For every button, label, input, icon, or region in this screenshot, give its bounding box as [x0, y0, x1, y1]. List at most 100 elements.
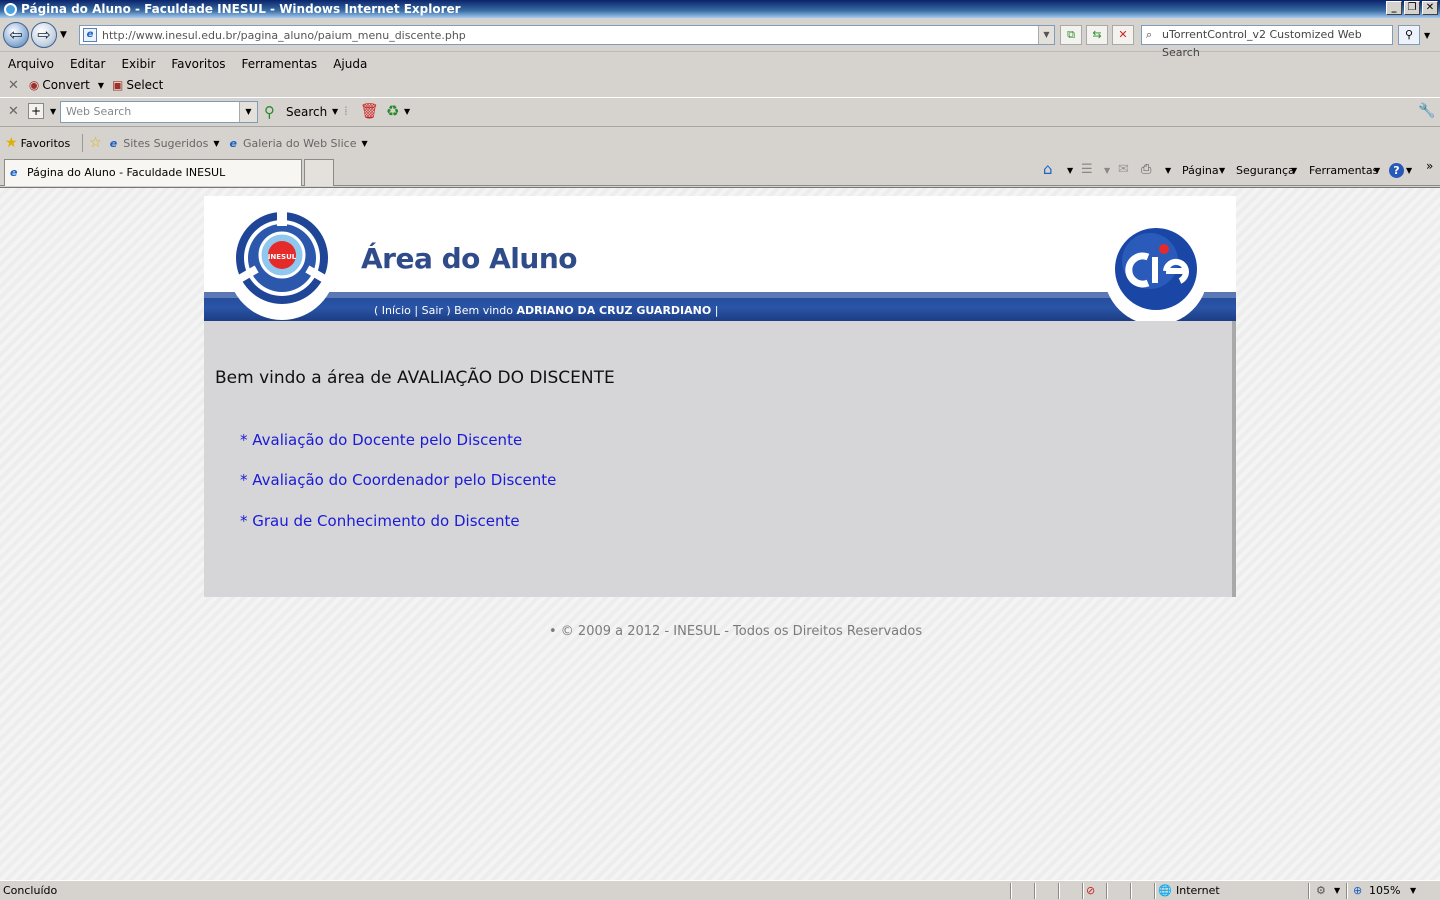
convert-toolbar: ✕ ◉ Convert ▼ ▣ Select [0, 74, 1440, 96]
menu-ferramentas[interactable]: Ferramentas [242, 57, 318, 71]
convert-button[interactable]: Convert [42, 78, 89, 92]
search-icon: ⌕ [1146, 28, 1153, 41]
separator-icon: ⁞ [344, 104, 348, 118]
copyright-footer: • © 2009 a 2012 - INESUL - Todos os Dire… [549, 624, 923, 639]
mail-icon[interactable]: ✉ [1118, 161, 1129, 179]
ie-page-icon: e [109, 136, 118, 150]
menu-ajuda[interactable]: Ajuda [333, 57, 367, 71]
menu-arquivo[interactable]: Arquivo [8, 57, 54, 71]
suggested-sites-link[interactable]: Sites Sugeridos [123, 137, 208, 150]
address-toolbar: ⇦ ⇨ ▼ e http://www.inesul.edu.br/pagina_… [0, 19, 1440, 59]
web-slice-gallery-link[interactable]: Galeria do Web Slice [243, 137, 357, 150]
trash-icon[interactable]: 🗑 [360, 102, 379, 120]
link-avaliacao-coordenador[interactable]: * Avaliação do Coordenador pelo Discente [240, 471, 556, 489]
user-nav-separator: | [711, 304, 719, 317]
search-input[interactable]: ⌕ uTorrentControl_v2 Customized Web Sear… [1141, 25, 1393, 59]
address-url[interactable]: http://www.inesul.edu.br/pagina_aluno/pa… [102, 29, 466, 42]
menu-exibir[interactable]: Exibir [121, 57, 155, 71]
recycle-icon[interactable]: ♻ [386, 102, 399, 120]
back-button[interactable]: ⇦ [3, 22, 29, 48]
security-menu[interactable]: Segurança [1236, 162, 1295, 180]
page-icon: e [83, 28, 97, 42]
web-search-toolbar: ✕ + ▼ Web Search ▼ ⚲ Search ▼ ⁞ 🗑 ♻ ▼ 🔧 [0, 97, 1440, 127]
globe-icon: 🌐 [1158, 884, 1172, 897]
search-go-button[interactable]: ⚲ [1398, 25, 1420, 45]
zoom-level[interactable]: 105% [1369, 881, 1400, 900]
blocked-icon[interactable]: ⊘ [1086, 881, 1095, 900]
feed-dropdown-icon[interactable]: ▼ [1104, 162, 1110, 180]
address-dropdown-icon[interactable]: ▼ [1038, 26, 1054, 44]
user-nav: ( Início | Sair ) Bem vindo ADRIANO DA C… [374, 304, 718, 317]
welcome-heading: Bem vindo a área de AVALIAÇÃO DO DISCENT… [215, 368, 615, 388]
add-favorite-icon[interactable]: ☆ [89, 135, 102, 151]
close-window-button[interactable]: ✕ [1422, 1, 1438, 15]
convert-dropdown-icon[interactable]: ▼ [98, 81, 104, 90]
forward-button[interactable]: ⇨ [31, 22, 57, 48]
favorites-button[interactable]: Favoritos [21, 137, 71, 150]
history-dropdown-icon[interactable]: ▼ [60, 30, 67, 40]
menu-bar: Arquivo Editar Exibir Favoritos Ferramen… [0, 54, 1440, 74]
divider [82, 134, 84, 152]
web-search-input[interactable]: Web Search ▼ [60, 101, 258, 123]
menu-favoritos[interactable]: Favoritos [171, 57, 225, 71]
favorites-bar: ★ Favoritos ☆ e Sites Sugeridos ▼ e Gale… [0, 130, 1440, 156]
chevron-more-icon[interactable]: » [1426, 157, 1433, 175]
menu-editar[interactable]: Editar [70, 57, 106, 71]
minimize-button[interactable]: _ [1386, 1, 1402, 15]
help-icon[interactable]: ? [1389, 163, 1404, 178]
help-dropdown-icon[interactable]: ▼ [1406, 162, 1412, 180]
ie-page-icon: e [10, 166, 18, 179]
link-avaliacao-docente[interactable]: * Avaliação do Docente pelo Discente [240, 431, 522, 449]
user-name: ADRIANO DA CRUZ GUARDIANO [516, 304, 712, 317]
add-dropdown-icon[interactable]: ▼ [50, 107, 56, 116]
compatibility-view-button[interactable]: ⧉ [1060, 25, 1082, 45]
user-nav-links[interactable]: ( Início | Sair ) Bem vindo [374, 304, 516, 317]
search-options-dropdown-icon[interactable]: ▼ [1424, 31, 1430, 40]
web-search-dropdown-icon[interactable]: ▼ [239, 102, 257, 122]
stop-button[interactable]: ✕ [1112, 25, 1134, 45]
restore-button[interactable]: ❐ [1404, 1, 1420, 15]
link-grau-conhecimento[interactable]: * Grau de Conhecimento do Discente [240, 512, 520, 530]
new-tab-button[interactable] [304, 159, 334, 186]
zoom-dropdown-icon[interactable]: ▼ [1410, 881, 1416, 900]
print-dropdown-icon[interactable]: ▼ [1165, 162, 1171, 180]
logo-text: INESUL [268, 253, 297, 261]
page-content: INESUL Área do Aluno ( Início | Sair ) B… [0, 187, 1440, 880]
home-icon[interactable]: ⌂ [1043, 160, 1053, 178]
select-button[interactable]: Select [126, 78, 163, 92]
refresh-button[interactable]: ⇆ [1086, 25, 1108, 45]
home-dropdown-icon[interactable]: ▼ [1067, 162, 1073, 180]
refresh-icon: ⇆ [1092, 28, 1102, 41]
ie-page-icon: e [229, 136, 237, 150]
address-bar[interactable]: e http://www.inesul.edu.br/pagina_aluno/… [79, 25, 1055, 45]
main-panel: Bem vindo a área de AVALIAÇÃO DO DISCENT… [204, 321, 1236, 597]
suggested-sites-dropdown-icon[interactable]: ▼ [213, 139, 219, 148]
recycle-dropdown-icon[interactable]: ▼ [404, 107, 410, 116]
add-icon[interactable]: + [28, 103, 44, 119]
close-toolbar-icon[interactable]: ✕ [8, 104, 19, 119]
web-slice-dropdown-icon[interactable]: ▼ [361, 139, 367, 148]
protected-mode-dropdown-icon[interactable]: ▼ [1334, 881, 1340, 900]
close-toolbar-icon[interactable]: ✕ [8, 78, 19, 93]
status-text: Concluído [3, 884, 58, 897]
tab-pagina-do-aluno[interactable]: e Página do Aluno - Faculdade INESUL [4, 159, 302, 186]
magnifier-icon: ⚲ [1404, 28, 1414, 41]
page-menu[interactable]: Página [1182, 162, 1219, 180]
search-green-icon: ⚲ [264, 103, 275, 121]
protected-mode-icon[interactable]: ⚙ [1316, 881, 1326, 900]
wrench-icon[interactable]: 🔧 [1418, 103, 1435, 119]
print-icon[interactable]: ⎙ [1141, 161, 1151, 179]
select-icon: ▣ [112, 78, 124, 92]
forward-arrow-icon: ⇨ [37, 25, 51, 44]
web-search-button[interactable]: Search [286, 105, 327, 119]
search-dropdown-icon[interactable]: ▼ [332, 107, 338, 116]
zone-label: Internet [1176, 884, 1220, 897]
tools-menu[interactable]: Ferramentas [1309, 162, 1378, 180]
security-dropdown-icon[interactable]: ▼ [1291, 162, 1297, 180]
cie-logo [1104, 221, 1204, 321]
rss-feed-icon[interactable]: ☰ [1081, 161, 1093, 179]
page-dropdown-icon[interactable]: ▼ [1219, 162, 1225, 180]
tools-dropdown-icon[interactable]: ▼ [1374, 162, 1380, 180]
back-arrow-icon: ⇦ [9, 25, 23, 44]
window-title-bar: Página do Aluno - Faculdade INESUL - Win… [0, 0, 1440, 18]
